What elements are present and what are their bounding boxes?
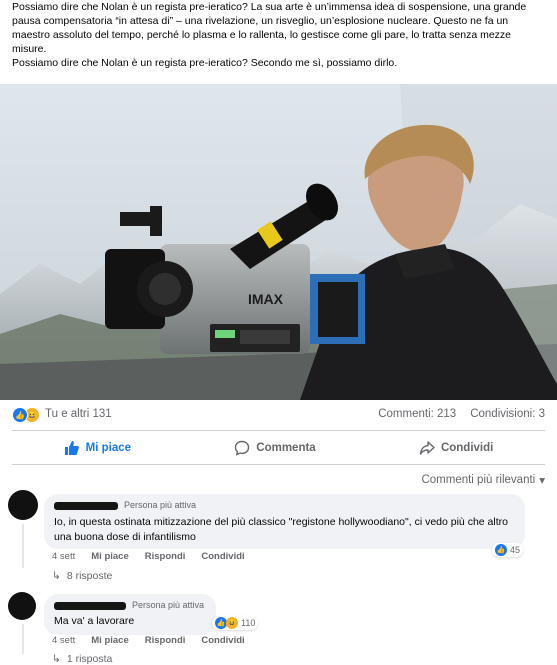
comment-reply-link[interactable]: Rispondi (145, 635, 186, 646)
post-paragraph-1: Possiamo dire che Nolan è un regista pre… (12, 1, 527, 55)
thread-line (22, 624, 24, 654)
comment-time[interactable]: 4 sett (52, 551, 75, 562)
thumbs-up-icon (64, 441, 79, 455)
like-icon: 👍 (12, 407, 28, 423)
reaction-icons[interactable]: 👍 😆 (12, 407, 40, 423)
comment-button-label: Commenta (256, 442, 316, 454)
photo-illustration: IMAX (0, 84, 557, 400)
comment-button[interactable]: Commenta (214, 436, 335, 460)
reactions-summary-bar: 👍 😆 Tu e altri 131 Commenti: 213 Condivi… (12, 406, 545, 424)
share-icon (419, 441, 435, 455)
comment-reaction-count: 45 (510, 545, 521, 555)
share-button-label: Condividi (440, 442, 494, 454)
comment-meta: 4 sett Mi piace Rispondi Condividi (52, 635, 245, 646)
comment-share-link[interactable]: Condividi (201, 551, 244, 562)
divider (12, 464, 545, 465)
divider (12, 430, 545, 431)
sort-label: Commenti più rilevanti (421, 474, 536, 486)
comment-like-link[interactable]: Mi piace (91, 635, 129, 646)
avatar[interactable] (8, 490, 38, 520)
author-name[interactable] (54, 501, 118, 510)
view-replies-link[interactable]: ↳ 8 risposte (52, 570, 112, 582)
like-icon: 👍 (495, 544, 507, 556)
comment-bubble: Persona più attiva Io, in questa ostinat… (44, 494, 525, 549)
share-button[interactable]: Condividi (399, 436, 513, 460)
comment-share-link[interactable]: Condividi (201, 635, 244, 646)
comment-text: Ma va' a lavorare (54, 615, 135, 627)
comment-reactions[interactable]: 👍 45 (492, 543, 524, 557)
reply-arrow-icon: ↳ (52, 570, 61, 582)
comment-icon (235, 440, 250, 456)
comment-count[interactable]: Commenti: 213 (378, 408, 456, 420)
comment-reactions[interactable]: 👍 😆 110 (212, 616, 259, 630)
comment-time[interactable]: 4 sett (52, 635, 75, 646)
comment-reply-link[interactable]: Rispondi (145, 551, 186, 562)
comment-like-link[interactable]: Mi piace (91, 551, 129, 562)
replies-count: 8 risposte (66, 570, 113, 582)
comment-bubble: Persona più attiva Ma va' a lavorare (44, 594, 216, 635)
like-button-label: Mi piace (85, 442, 132, 454)
post-text: Possiamo dire che Nolan è un regista pre… (12, 0, 547, 70)
avatar[interactable] (8, 592, 36, 620)
top-fan-badge: Persona più attiva (124, 500, 197, 510)
comment-meta: 4 sett Mi piace Rispondi Condividi (52, 551, 245, 562)
reply-arrow-icon: ↳ (52, 653, 61, 665)
reaction-count[interactable]: Tu e altri 131 (45, 408, 112, 420)
replies-count: 1 risposta (66, 653, 113, 665)
haha-icon: 😆 (226, 617, 238, 629)
caret-down-icon: ▾ (539, 475, 545, 487)
comment-sort-dropdown[interactable]: Commenti più rilevanti ▾ (421, 473, 545, 487)
imax-logo-text: IMAX (248, 291, 284, 307)
comment-text: Io, in questa ostinata mitizzazione del … (54, 516, 508, 543)
top-fan-badge: Persona più attiva (132, 600, 205, 610)
post-photo[interactable]: IMAX (0, 84, 557, 400)
share-count[interactable]: Condivisioni: 3 (470, 408, 545, 420)
view-replies-link[interactable]: ↳ 1 risposta (52, 653, 112, 665)
author-name[interactable] (54, 601, 126, 610)
thread-line (22, 524, 24, 568)
post-paragraph-2: Possiamo dire che Nolan è un regista pre… (12, 57, 398, 69)
like-button[interactable]: Mi piace (44, 436, 151, 460)
post-actions: Mi piace Commenta Condividi (12, 433, 545, 463)
comment-reaction-count: 110 (241, 618, 256, 628)
